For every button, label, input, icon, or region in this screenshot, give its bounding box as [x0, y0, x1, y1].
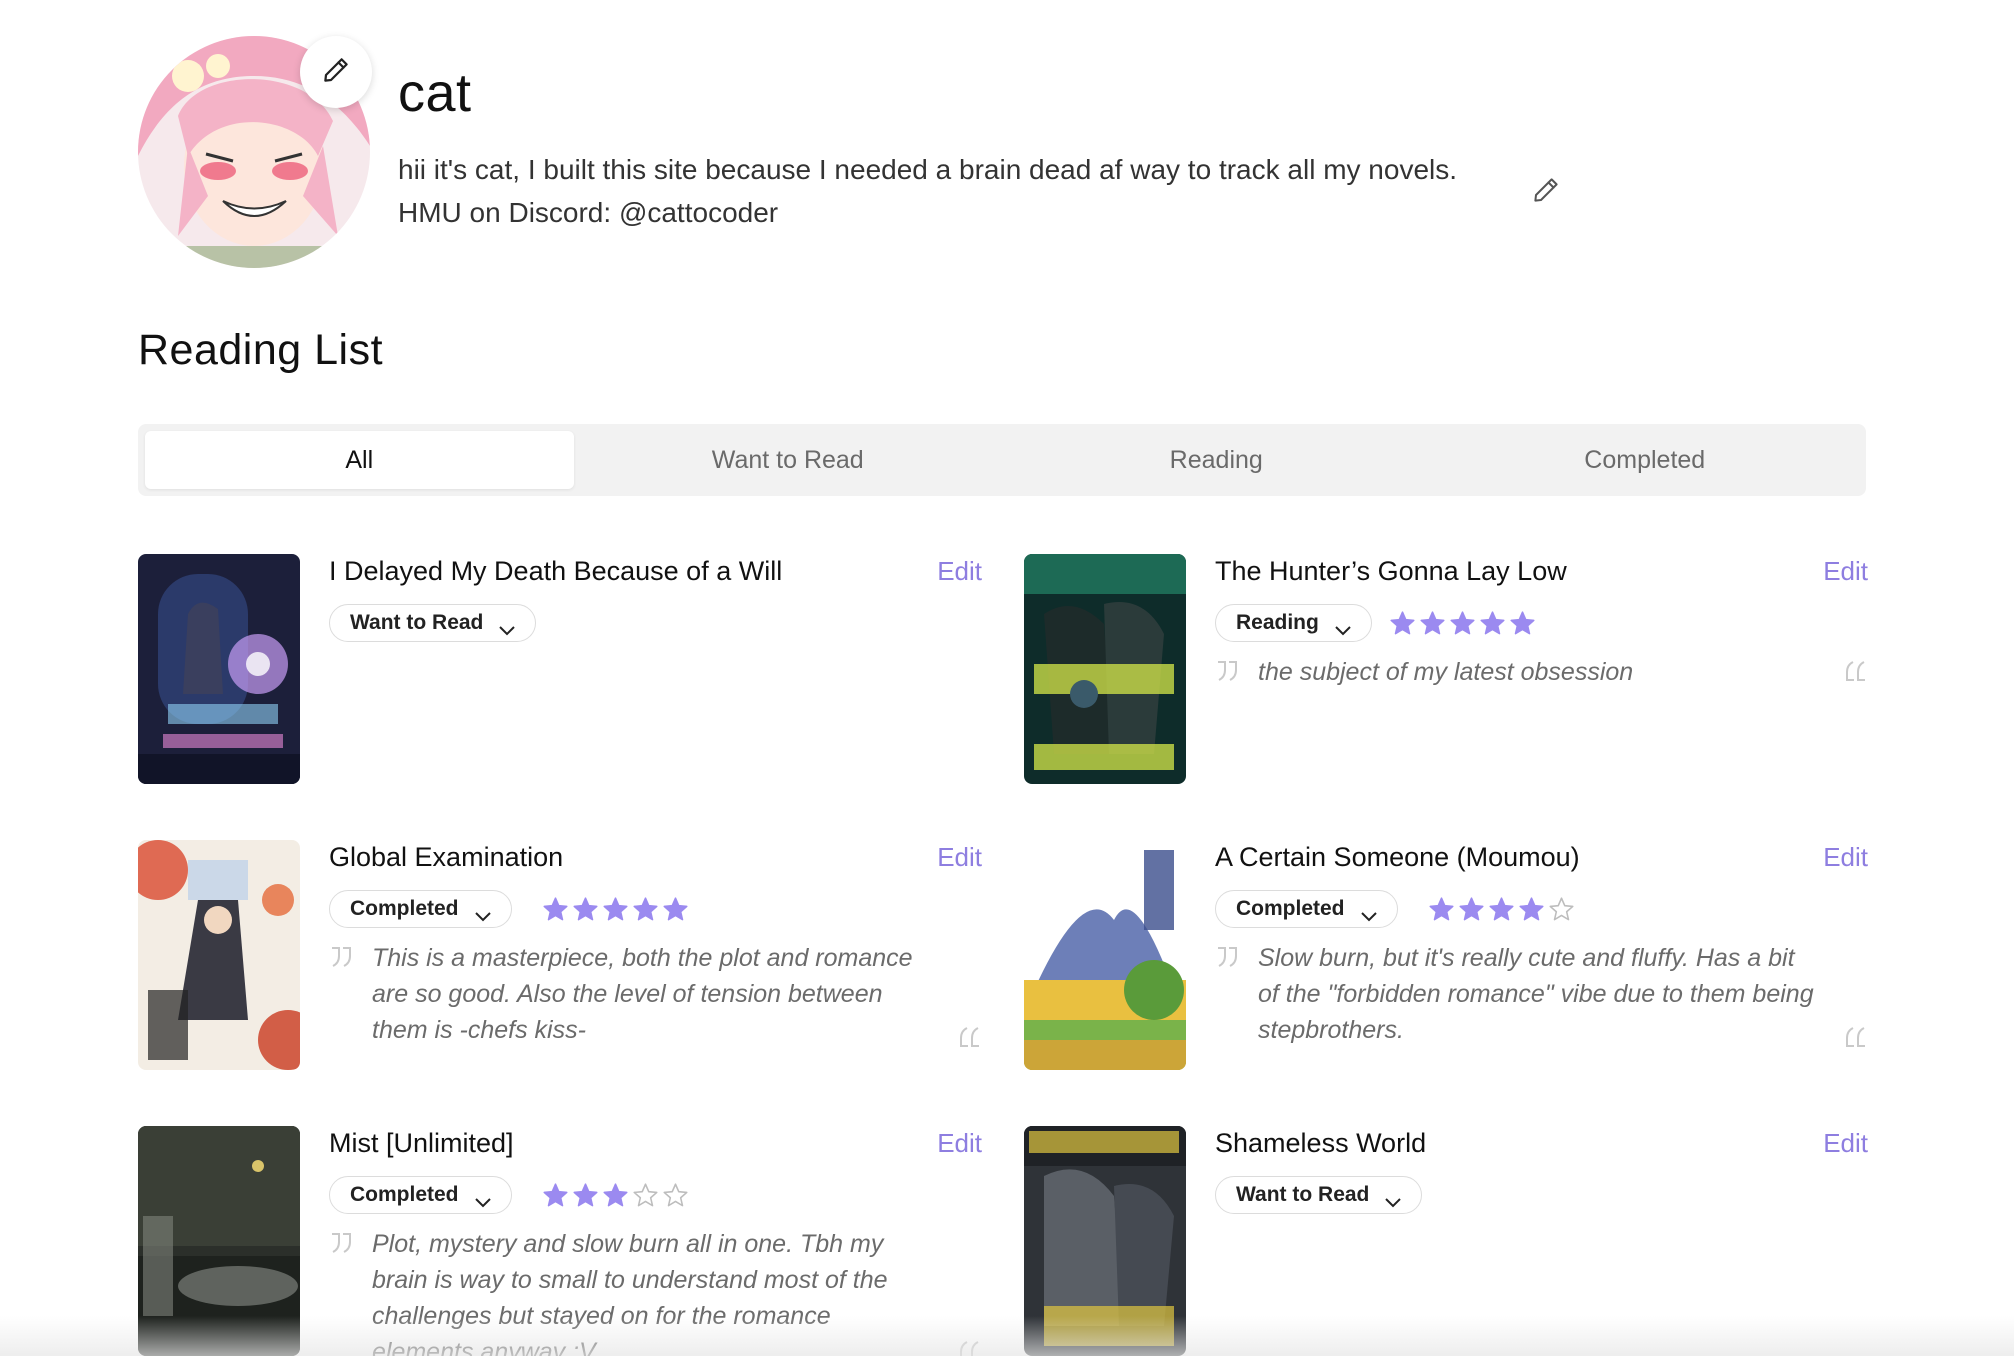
bio-line: hii it's cat, I built this site because … — [398, 154, 1458, 185]
quote-close-icon — [956, 1024, 982, 1050]
star-icon[interactable] — [1509, 610, 1536, 637]
book-cover[interactable] — [1024, 554, 1186, 784]
book-title[interactable]: I Delayed My Death Because of a Will — [329, 556, 782, 587]
star-icon[interactable] — [572, 1182, 599, 1209]
review-text: the subject of my latest obsession — [1258, 658, 1634, 686]
avatar-container — [138, 36, 372, 268]
star-icon[interactable] — [1518, 896, 1545, 923]
avatar-edit-button[interactable] — [300, 36, 372, 108]
review: Plot, mystery and slow burn all in one. … — [329, 1226, 982, 1356]
review: the subject of my latest obsession — [1215, 654, 1868, 784]
rating-stars[interactable] — [1389, 610, 1536, 637]
star-icon[interactable] — [1458, 896, 1485, 923]
quote-close-icon — [956, 1338, 982, 1356]
book-cover[interactable] — [1024, 1126, 1186, 1356]
quote-open-icon — [1215, 944, 1241, 970]
book-card: A Certain Someone (Moumou) Edit Complete… — [1024, 840, 1868, 1070]
book-cover[interactable] — [138, 1126, 300, 1356]
chevron-down-icon — [1335, 618, 1351, 636]
edit-button[interactable]: Edit — [1823, 1128, 1868, 1159]
book-cover[interactable] — [138, 554, 300, 784]
star-icon[interactable] — [632, 1182, 659, 1209]
review: This is a masterpiece, both the plot and… — [329, 940, 982, 1070]
star-icon[interactable] — [1389, 610, 1416, 637]
status-dropdown[interactable]: Completed — [1215, 890, 1398, 928]
book-card: Mist [Unlimited] Edit Completed Plot, my… — [138, 1126, 982, 1356]
edit-button[interactable]: Edit — [937, 556, 982, 587]
book-cover[interactable] — [1024, 840, 1186, 1070]
edit-button[interactable]: Edit — [937, 842, 982, 873]
rating-stars[interactable] — [542, 896, 689, 923]
quote-open-icon — [1215, 658, 1241, 684]
edit-button[interactable]: Edit — [1823, 842, 1868, 873]
edit-button[interactable]: Edit — [1823, 556, 1868, 587]
pencil-icon — [1531, 175, 1561, 210]
star-icon[interactable] — [1488, 896, 1515, 923]
star-icon[interactable] — [602, 1182, 629, 1209]
review-text: Slow burn, but it's really cute and fluf… — [1258, 944, 1814, 1044]
book-title[interactable]: The Hunter’s Gonna Lay Low — [1215, 556, 1567, 587]
star-icon[interactable] — [1419, 610, 1446, 637]
book-title[interactable]: A Certain Someone (Moumou) — [1215, 842, 1580, 873]
chevron-down-icon — [499, 618, 516, 636]
section-title: Reading List — [138, 326, 384, 374]
tab-want-to-read[interactable]: Want to Read — [574, 431, 1003, 489]
book-card: The Hunter’s Gonna Lay Low Edit Reading … — [1024, 554, 1868, 784]
status-label: Reading — [1236, 611, 1319, 634]
profile-username: cat — [398, 63, 472, 123]
star-icon[interactable] — [572, 896, 599, 923]
reading-list-tabs: All Want to Read Reading Completed — [138, 424, 1866, 496]
star-icon[interactable] — [662, 896, 689, 923]
status-label: Want to Read — [1236, 1183, 1370, 1206]
pencil-icon — [321, 55, 351, 90]
status-dropdown[interactable]: Want to Read — [329, 604, 537, 642]
tab-reading[interactable]: Reading — [1002, 431, 1431, 489]
star-icon[interactable] — [602, 896, 629, 923]
star-icon[interactable] — [1449, 610, 1476, 637]
status-dropdown[interactable]: Completed — [329, 890, 512, 928]
chevron-down-icon — [474, 904, 491, 922]
star-icon[interactable] — [1548, 896, 1575, 923]
status-label: Completed — [350, 897, 459, 920]
review: Slow burn, but it's really cute and fluf… — [1215, 940, 1868, 1070]
star-icon[interactable] — [542, 896, 569, 923]
status-label: Want to Read — [350, 611, 484, 634]
book-title[interactable]: Mist [Unlimited] — [329, 1128, 514, 1159]
chevron-down-icon — [1385, 1190, 1402, 1208]
quote-close-icon — [1842, 658, 1868, 684]
rating-stars[interactable] — [1428, 896, 1575, 923]
status-dropdown[interactable]: Completed — [329, 1176, 512, 1214]
quote-close-icon — [1842, 1024, 1868, 1050]
star-icon[interactable] — [632, 896, 659, 923]
tab-completed[interactable]: Completed — [1431, 431, 1860, 489]
tab-all[interactable]: All — [145, 431, 574, 489]
bio-edit-button[interactable] — [1526, 172, 1566, 212]
star-icon[interactable] — [662, 1182, 689, 1209]
rating-stars[interactable] — [542, 1182, 689, 1209]
profile-header: cat hii it's cat, I built this site beca… — [138, 36, 1738, 276]
status-dropdown[interactable]: Reading — [1215, 604, 1372, 642]
review-text: Plot, mystery and slow burn all in one. … — [372, 1230, 888, 1356]
review-text: This is a masterpiece, both the plot and… — [372, 944, 913, 1044]
star-icon[interactable] — [1428, 896, 1455, 923]
book-card: Shameless World Edit Want to Read — [1024, 1126, 1868, 1356]
quote-open-icon — [329, 1230, 355, 1256]
profile-bio: hii it's cat, I built this site because … — [398, 148, 1598, 234]
status-dropdown[interactable]: Want to Read — [1215, 1176, 1423, 1214]
chevron-down-icon — [474, 1190, 491, 1208]
edit-button[interactable]: Edit — [937, 1128, 982, 1159]
status-label: Completed — [1236, 897, 1345, 920]
status-label: Completed — [350, 1183, 459, 1206]
chevron-down-icon — [1360, 904, 1377, 922]
book-title[interactable]: Global Examination — [329, 842, 563, 873]
bio-line: HMU on Discord: @cattocoder — [398, 197, 779, 228]
star-icon[interactable] — [542, 1182, 569, 1209]
book-cover[interactable] — [138, 840, 300, 1070]
star-icon[interactable] — [1479, 610, 1506, 637]
book-card: Global Examination Edit Completed This i… — [138, 840, 982, 1070]
book-title[interactable]: Shameless World — [1215, 1128, 1426, 1159]
quote-open-icon — [329, 944, 355, 970]
book-card: I Delayed My Death Because of a Will Edi… — [138, 554, 982, 784]
